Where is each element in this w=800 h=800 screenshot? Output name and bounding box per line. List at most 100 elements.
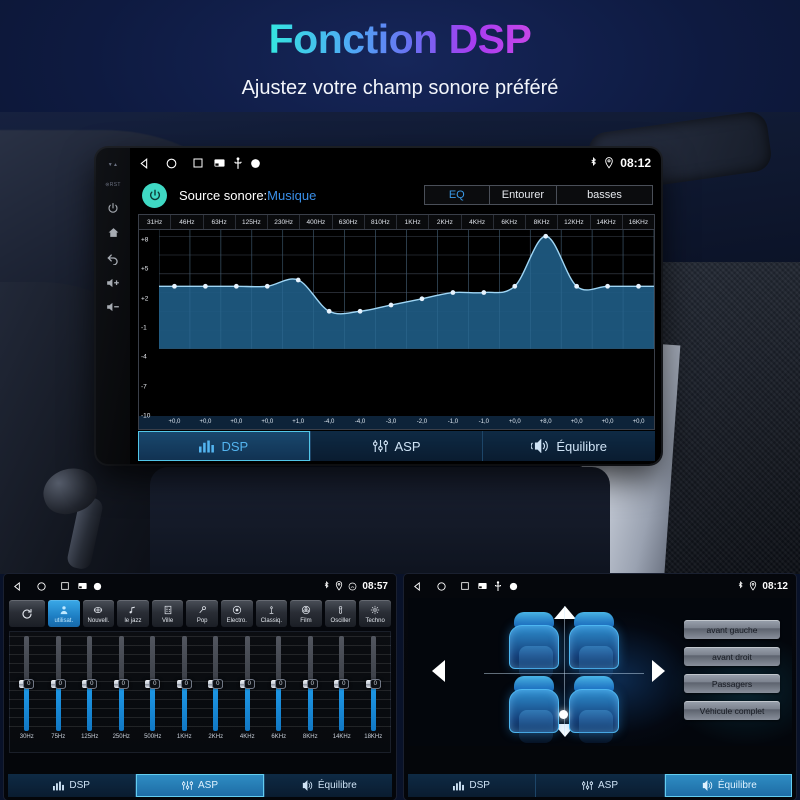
eq-slider-track[interactable]: 0 bbox=[82, 636, 98, 731]
eq-frequency-label: 230Hz bbox=[268, 215, 301, 229]
eq-slider-track[interactable]: 0 bbox=[302, 636, 318, 731]
eq-frequency-label: 2KHz bbox=[429, 215, 462, 229]
dot-icon[interactable] bbox=[92, 581, 103, 592]
balance-button-avantgauche[interactable]: avant gauche bbox=[684, 620, 780, 639]
rear-right-seat[interactable] bbox=[568, 676, 620, 743]
rear-left-seat[interactable] bbox=[508, 676, 560, 743]
tab-dsp[interactable]: DSP bbox=[408, 774, 537, 797]
eq-frequency-label: 400Hz bbox=[300, 215, 333, 229]
eq-slider[interactable]: 0 1KHz bbox=[169, 634, 201, 753]
front-left-seat[interactable] bbox=[508, 612, 560, 679]
eq-slider[interactable]: 0 8KHz bbox=[295, 634, 327, 753]
screenshot-icon[interactable] bbox=[78, 582, 87, 590]
eq-slider-track[interactable]: 0 bbox=[50, 636, 66, 731]
balance-button-véhiculecomplet[interactable]: Véhicule complet bbox=[684, 701, 780, 720]
tab-dsp[interactable]: DSP bbox=[138, 431, 311, 461]
eq-slider-track[interactable]: 0 bbox=[145, 636, 161, 731]
eq-preset-osciller[interactable]: Osciller bbox=[324, 600, 357, 627]
arrow-left-button[interactable] bbox=[432, 660, 445, 682]
power-toggle-button[interactable] bbox=[142, 182, 167, 208]
eq-preset-label: Film bbox=[300, 617, 312, 624]
page-subtitle: Ajustez votre champ sonore préféré bbox=[241, 77, 559, 99]
eq-slider-track[interactable]: 0 bbox=[239, 636, 255, 731]
eq-preset-nouvell[interactable]: Nouvell. bbox=[82, 600, 115, 627]
eq-slider-track[interactable]: 0 bbox=[365, 636, 381, 731]
eq-preset-lejazz[interactable]: le jazz bbox=[117, 600, 149, 627]
eq-preset-reset[interactable] bbox=[9, 600, 45, 627]
mode-tab-entourer[interactable]: Entourer bbox=[489, 186, 557, 204]
film-icon bbox=[301, 604, 311, 617]
tab-dsp[interactable]: DSP bbox=[8, 774, 137, 797]
eq-preset-film[interactable]: Film bbox=[290, 600, 322, 627]
eq-slider[interactable]: 0 75Hz bbox=[43, 634, 75, 753]
eq-slider[interactable]: 0 6KHz bbox=[263, 634, 295, 753]
mode-tab-basses[interactable]: basses bbox=[557, 186, 652, 204]
eq-slider-lower bbox=[118, 685, 124, 731]
eq-graph[interactable]: 31Hz 46Hz 63Hz 125Hz 230Hz 400Hz 630Hz 810Hz 1KH… bbox=[138, 214, 655, 430]
eq-preset-label: le jazz bbox=[124, 617, 142, 624]
mode-tab-eq[interactable]: EQ bbox=[424, 186, 490, 204]
back-triangle-icon[interactable] bbox=[12, 581, 23, 592]
home-circle-icon[interactable] bbox=[36, 581, 47, 592]
eq-slider[interactable]: 0 500Hz bbox=[137, 634, 169, 753]
volume-down-icon[interactable] bbox=[106, 301, 120, 313]
dot-icon[interactable] bbox=[249, 157, 262, 170]
eq-slider-track[interactable]: 0 bbox=[19, 636, 35, 731]
recents-square-icon[interactable] bbox=[460, 581, 470, 591]
eq-slider-freq-label: 30Hz bbox=[19, 734, 34, 740]
eq-preset-pop[interactable]: Pop bbox=[186, 600, 218, 627]
tab-equilibre[interactable]: Équilibre bbox=[664, 774, 792, 797]
volume-up-icon[interactable] bbox=[106, 277, 120, 289]
back-icon[interactable] bbox=[106, 251, 120, 265]
city-icon bbox=[163, 604, 173, 617]
balance-button-avantdroit[interactable]: avant droit bbox=[684, 647, 780, 666]
eq-slider-track[interactable]: 0 bbox=[176, 636, 192, 731]
eq-slider[interactable]: 0 250Hz bbox=[106, 634, 138, 753]
power-icon[interactable] bbox=[107, 202, 119, 214]
eq-slider[interactable]: 0 125Hz bbox=[74, 634, 106, 753]
home-icon[interactable] bbox=[107, 226, 120, 239]
dot-icon[interactable] bbox=[508, 581, 519, 592]
recents-square-icon[interactable] bbox=[192, 157, 204, 169]
arrow-right-button[interactable] bbox=[652, 660, 665, 682]
eq-slider[interactable]: 0 2KHz bbox=[200, 634, 232, 753]
eq-preset-label: Classiq. bbox=[260, 617, 283, 624]
eq-slider[interactable]: 0 30Hz bbox=[11, 634, 43, 753]
back-triangle-icon[interactable] bbox=[138, 157, 151, 170]
sound-stage-diagram[interactable]: avant gauche avant droit Passagers Véhicule… bbox=[408, 598, 792, 746]
eq-slider[interactable]: 0 18KHz bbox=[358, 634, 390, 753]
eq-slider-track[interactable]: 0 bbox=[334, 636, 350, 731]
balance-button-passagers[interactable]: Passagers bbox=[684, 674, 780, 693]
eq-slider-track[interactable]: 0 bbox=[208, 636, 224, 731]
eq-preset-utilisat[interactable]: utilisat. bbox=[48, 600, 80, 627]
eq-slider-track[interactable]: 0 bbox=[113, 636, 129, 731]
tab-dsp-label: DSP bbox=[469, 780, 490, 791]
eq-slider-bank[interactable]: 0 30Hz 0 75Hz 0 125Hz 0 250Hz 0 500Hz 0 1KHz 0 2KHz 0 4… bbox=[9, 631, 391, 753]
jazz-note-icon bbox=[128, 604, 137, 617]
sound-position-dot[interactable] bbox=[559, 710, 568, 719]
equalizer-bars-icon bbox=[199, 440, 215, 453]
eq-preset-classiq[interactable]: Classiq. bbox=[255, 600, 288, 627]
eq-preset-techno[interactable]: Techno bbox=[359, 600, 391, 627]
screenshot-icon[interactable] bbox=[478, 582, 487, 590]
eq-slider-track[interactable]: 0 bbox=[271, 636, 287, 731]
eq-preset-electro[interactable]: Electro. bbox=[220, 600, 253, 627]
recents-square-icon[interactable] bbox=[60, 581, 70, 591]
eq-plot-area[interactable]: +8 +5 +2 -1 -4 -7 -10 bbox=[139, 230, 654, 420]
home-circle-icon[interactable] bbox=[165, 157, 178, 170]
usb-icon[interactable] bbox=[494, 580, 502, 592]
tab-asp[interactable]: ASP bbox=[310, 431, 484, 461]
tab-asp[interactable]: ASP bbox=[536, 774, 665, 797]
usb-icon[interactable] bbox=[233, 156, 243, 170]
back-triangle-icon[interactable] bbox=[412, 581, 423, 592]
screenshot-icon[interactable] bbox=[214, 158, 225, 168]
tab-equilibre[interactable]: Équilibre bbox=[264, 774, 392, 797]
eq-preset-ville[interactable]: Ville bbox=[151, 600, 184, 627]
eq-slider[interactable]: 0 4KHz bbox=[232, 634, 264, 753]
tab-asp[interactable]: ASP bbox=[136, 774, 265, 797]
eq-y-tick: +8 bbox=[141, 236, 149, 244]
front-right-seat[interactable] bbox=[568, 612, 620, 679]
eq-slider[interactable]: 0 14KHz bbox=[326, 634, 358, 753]
tab-equilibre[interactable]: Équilibre bbox=[483, 431, 656, 461]
home-circle-icon[interactable] bbox=[436, 581, 447, 592]
